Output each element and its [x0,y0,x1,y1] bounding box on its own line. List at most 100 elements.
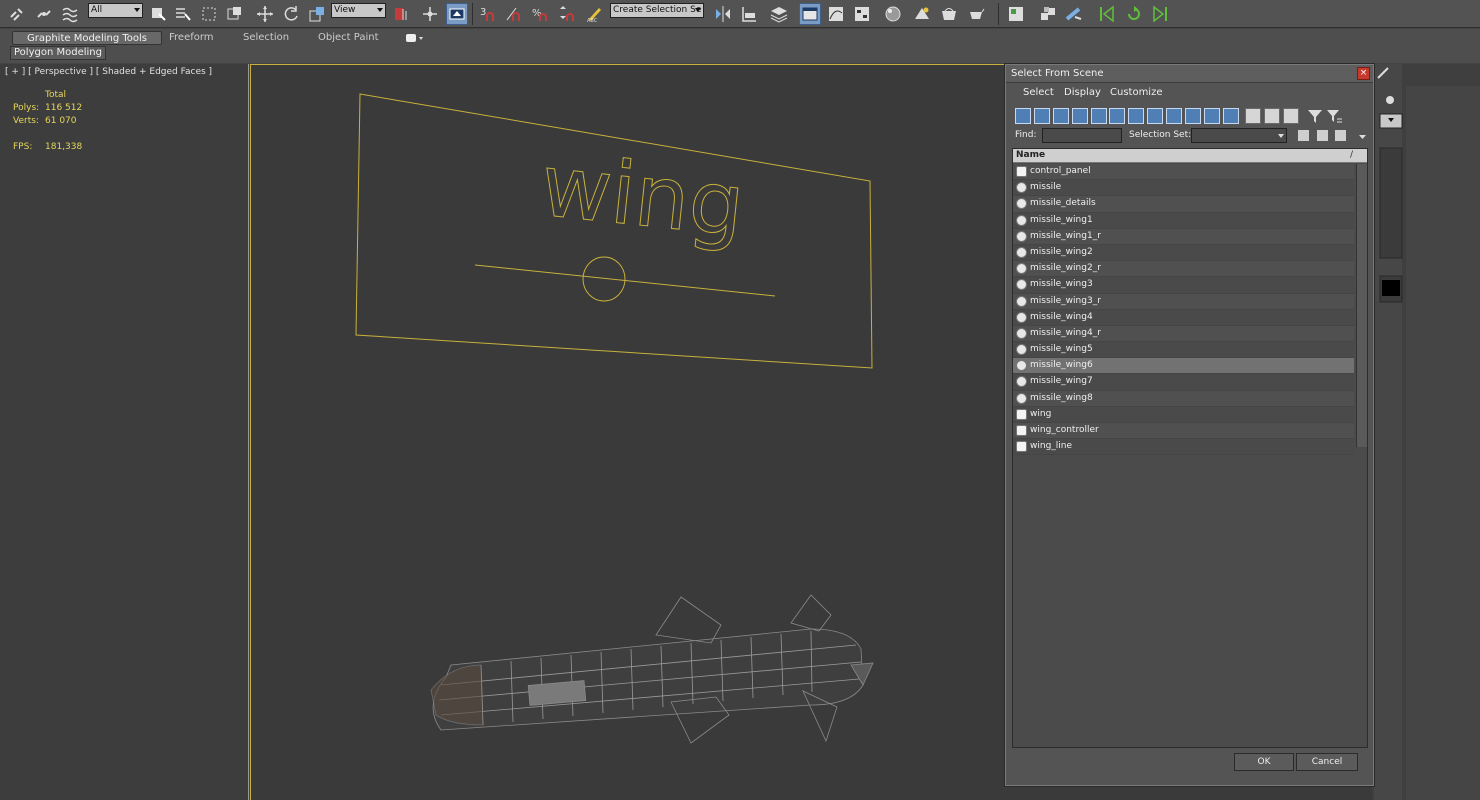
render-setup-icon[interactable] [911,3,933,25]
link-icon[interactable] [6,3,28,25]
list-item[interactable]: missile_wing8 [1013,390,1354,407]
rendered-frame-icon[interactable] [938,3,960,25]
toggle-ribbon-icon[interactable] [799,3,821,25]
shape-object-icon [1016,408,1027,420]
pivot-point-icon[interactable] [390,3,412,25]
stats-viewport[interactable]: [ + ] [ Perspective ] [ Shaded + Edged F… [0,64,249,800]
tab-freeform[interactable]: Freeform [169,31,214,45]
menu-display[interactable]: Display [1064,87,1101,98]
cancel-button[interactable]: Cancel [1296,753,1358,771]
display-frozen-icon[interactable] [1204,108,1220,124]
scale-icon[interactable] [306,3,328,25]
unlink-icon[interactable] [33,3,55,25]
next-key-icon[interactable] [1149,3,1171,25]
material-editor-icon[interactable] [882,3,904,25]
column-header-name[interactable]: Name / [1013,149,1367,163]
list-item[interactable]: control_panel [1013,164,1354,181]
display-none-icon[interactable] [1264,108,1280,124]
display-cameras-icon[interactable] [1072,108,1088,124]
schematic-view-icon[interactable] [851,3,873,25]
ok-button[interactable]: OK [1234,753,1294,771]
list-item[interactable]: wing_line [1013,439,1354,456]
selection-filter-dropdown[interactable]: All [88,3,143,18]
list-item[interactable]: missile_wing3 [1013,277,1354,294]
select-manipulate-icon[interactable] [419,3,441,25]
display-groups-icon[interactable] [1128,108,1144,124]
geometry-object-icon [1016,198,1027,210]
list-item[interactable]: missile_wing1_r [1013,228,1354,245]
list-item[interactable]: missile_wing2_r [1013,261,1354,278]
display-geometry-icon[interactable] [1015,108,1031,124]
list-scrollbar[interactable] [1356,164,1367,447]
list-item[interactable]: missile [1013,180,1354,197]
window-crossing-icon[interactable] [224,3,246,25]
named-selection-dropdown[interactable]: Create Selection Se [610,3,704,18]
edit-selection-set-icon[interactable] [1334,129,1347,142]
tab-object-paint[interactable]: Object Paint [318,31,379,45]
rectangular-selection-icon[interactable] [198,3,220,25]
previous-key-icon[interactable] [1096,3,1118,25]
viewport-label[interactable]: [ + ] [ Perspective ] [ Shaded + Edged F… [5,67,212,77]
select-object-icon[interactable] [147,3,169,25]
list-item[interactable]: missile_wing7 [1013,374,1354,391]
tab-graphite-modeling-tools[interactable]: Graphite Modeling Tools [12,31,163,45]
list-item[interactable]: missile_wing6 [1013,358,1354,375]
selection-set-dropdown[interactable] [1191,128,1287,143]
display-helpers-icon[interactable] [1091,108,1107,124]
keyboard-shortcut-override-icon[interactable] [446,3,468,25]
display-lights-icon[interactable] [1053,108,1069,124]
bind-space-warp-icon[interactable] [59,3,81,25]
set-key-icon[interactable] [1123,3,1145,25]
list-item[interactable]: wing [1013,406,1354,423]
filter-icon[interactable] [1307,108,1323,124]
menu-customize[interactable]: Customize [1110,87,1163,98]
display-invert-icon[interactable] [1283,108,1299,124]
dialog-title: Select From Scene [1011,68,1104,79]
filter-options-icon[interactable] [1326,108,1342,124]
rotate-icon[interactable] [280,3,302,25]
find-input[interactable] [1042,128,1122,143]
list-item[interactable]: missile_details [1013,196,1354,213]
dialog-title-bar[interactable]: Select From Scene × [1006,65,1373,83]
edit-named-selection-icon[interactable]: ABC [584,3,606,25]
list-item[interactable]: missile_wing4 [1013,309,1354,326]
remove-selection-set-icon[interactable] [1316,129,1329,142]
display-all-icon[interactable] [1245,108,1261,124]
list-item[interactable]: missile_wing2 [1013,244,1354,262]
move-icon[interactable] [254,3,276,25]
angle-snap-icon[interactable] [503,3,525,25]
list-item[interactable]: missile_wing1 [1013,212,1354,229]
subtab-polygon-modeling[interactable]: Polygon Modeling [10,46,106,60]
snaps-toggle-icon[interactable]: 3 [477,3,499,25]
list-item-name: missile_wing1_r [1030,230,1101,241]
percent-snap-icon[interactable]: % [529,3,551,25]
display-xrefs-icon[interactable] [1147,108,1163,124]
display-shapes-icon[interactable] [1034,108,1050,124]
list-item[interactable]: missile_wing4_r [1013,325,1354,343]
align-icon[interactable] [738,3,760,25]
display-containers-icon[interactable] [1185,108,1201,124]
mirror-icon[interactable] [712,3,734,25]
select-by-name-icon[interactable] [172,3,194,25]
menu-select[interactable]: Select [1023,87,1054,98]
display-bones-icon[interactable] [1166,108,1182,124]
ribbon-options-icon[interactable] [405,31,427,45]
viewport-layout-icon[interactable] [1005,3,1027,25]
dialog-close-button[interactable]: × [1357,67,1370,80]
list-item[interactable]: missile_wing5 [1013,342,1354,359]
tab-selection[interactable]: Selection [243,31,289,45]
brazil-tools-icon[interactable] [1063,3,1085,25]
render-production-icon[interactable] [965,3,987,25]
list-item[interactable]: missile_wing3_r [1013,293,1354,310]
curve-editor-icon[interactable] [825,3,847,25]
spinner-snap-icon[interactable] [555,3,577,25]
add-selection-set-icon[interactable] [1297,129,1310,142]
containers-icon[interactable] [1037,3,1059,25]
toolbar-options-icon[interactable] [1356,129,1369,142]
geometry-object-icon [1016,214,1027,226]
list-item[interactable]: wing_controller [1013,423,1354,440]
reference-coordinate-dropdown[interactable]: View [331,3,386,18]
display-hidden-icon[interactable] [1223,108,1239,124]
display-space-warps-icon[interactable] [1109,108,1125,124]
layer-manager-icon[interactable] [768,3,790,25]
